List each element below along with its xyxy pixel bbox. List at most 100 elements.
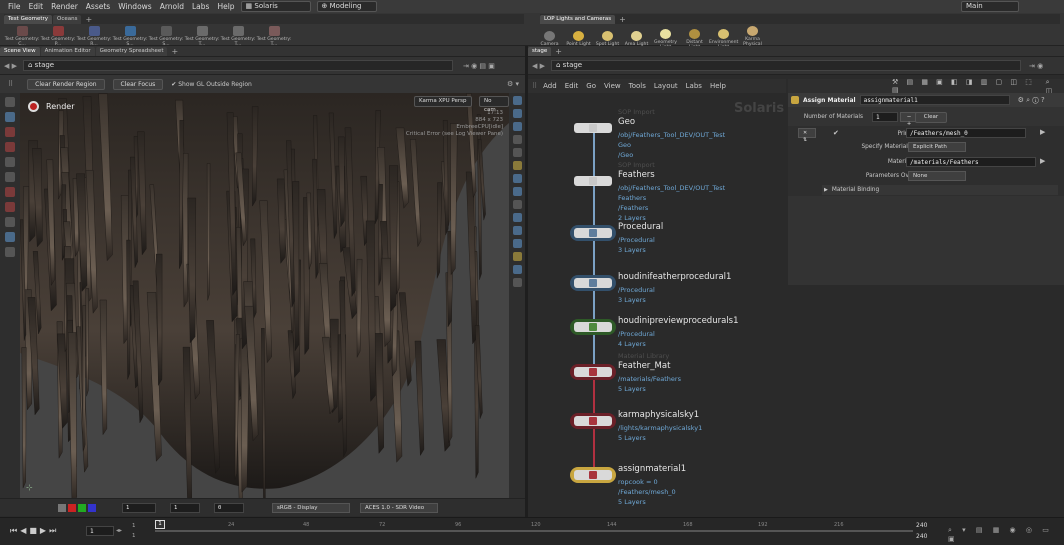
node-procedural[interactable] [570, 225, 616, 241]
display-option-icon-6[interactable] [512, 161, 522, 170]
node-name[interactable]: karmaphysicalsky1 [618, 410, 699, 420]
select-tool-icon[interactable] [5, 97, 15, 107]
frame-marker[interactable]: 1 [155, 520, 165, 529]
render-viewport[interactable]: Render Karma XPU Persp No cam 17:13 884 … [20, 93, 509, 498]
display-option-icon-7[interactable] [512, 174, 522, 183]
shelf-tool-2[interactable]: Test Geometry: R... [76, 25, 112, 47]
shelf-tab-lop-lights[interactable]: LOP Lights and Cameras [540, 14, 616, 24]
clear-render-region-button[interactable]: Clear Render Region [27, 78, 105, 90]
node-name[interactable]: houdinifeatherprocedural1 [618, 272, 731, 282]
clear-focus-button[interactable]: Clear Focus [112, 78, 164, 90]
lock-icon[interactable] [5, 112, 15, 122]
shelf-tab-test-geometry[interactable]: Test Geometry [4, 14, 53, 24]
net-menu-view[interactable]: View [604, 82, 621, 90]
node-name[interactable]: Procedural [618, 222, 663, 232]
scale-tool-icon[interactable] [5, 157, 15, 167]
net-menu-add[interactable]: Add [543, 82, 557, 90]
net-menu-edit[interactable]: Edit [565, 82, 579, 90]
tab-scene-view[interactable]: Scene View [0, 46, 40, 56]
display-option-icon-13[interactable] [512, 252, 522, 261]
display-option-icon-10[interactable] [512, 213, 522, 222]
magnet-tool-icon[interactable] [5, 202, 15, 212]
network-tool-icons[interactable]: ⚒ ▤ ▦ ▣ ◧ ◨ ▥ ▢ ◫ ⬚ ▤ [892, 78, 1046, 94]
gamma-field[interactable]: 1 [170, 502, 200, 513]
camera-dropdown[interactable]: No cam [479, 96, 509, 113]
menu-windows[interactable]: Windows [118, 2, 151, 11]
node-geo[interactable] [570, 120, 616, 136]
right-pin-icon[interactable]: ⇥ ◉ [1029, 62, 1043, 70]
light-tool-3[interactable]: Area Light [622, 30, 651, 47]
rotate-tool-icon[interactable] [5, 142, 15, 152]
offset-field[interactable]: 0 [214, 502, 244, 513]
snap-tool-icon[interactable] [5, 247, 15, 257]
display-dropdown[interactable]: sRGB - Display [272, 502, 350, 513]
timeline-track[interactable] [155, 530, 913, 532]
light-tool-2[interactable]: Spot Light [593, 30, 622, 47]
shelf-tool-5[interactable]: Test Geometry: T... [184, 25, 220, 47]
renderer-dropdown[interactable]: Karma XPU Persp [414, 96, 472, 107]
playback-controls[interactable]: ⏮◀■▶⏭ [10, 526, 59, 536]
desktop-dropdown[interactable]: ▦ Solaris [240, 1, 311, 12]
workspace-dropdown[interactable]: ⊕ Modeling [316, 1, 377, 12]
handle-tool-icon[interactable] [5, 172, 15, 182]
net-menu-tools[interactable]: Tools [629, 82, 646, 90]
add-shelf-right-icon[interactable]: + [619, 15, 626, 24]
viewer-settings-icon[interactable]: ⚙ ▾ [507, 80, 519, 88]
pin-icon[interactable]: ⇥ ◉ ▤ ▣ [463, 62, 495, 70]
view-tool-icon[interactable] [5, 232, 15, 242]
param-header-icons[interactable]: ⚙ ⌕ ⓘ ? [1018, 96, 1045, 105]
move-tool-icon[interactable] [5, 127, 15, 137]
shelf-tab-oceans[interactable]: Oceans [53, 14, 82, 24]
menu-arnold[interactable]: Arnold [160, 2, 184, 11]
exposure-field[interactable]: 1 [122, 502, 156, 513]
node-feather_mat[interactable] [570, 364, 616, 380]
material-binding-folder[interactable]: ▶ Material Binding [822, 185, 1058, 195]
primitives-select-arrow-icon[interactable]: ▶ [1040, 128, 1045, 136]
display-option-icon-12[interactable] [512, 239, 522, 248]
shelf-tool-3[interactable]: Test Geometry: S... [112, 25, 148, 47]
shelf-tool-7[interactable]: Test Geometry: T... [256, 25, 292, 47]
right-path-field[interactable]: ⌂ stage [551, 60, 1021, 71]
node-name[interactable]: Geo [618, 117, 635, 127]
clear-button[interactable]: Clear [915, 112, 947, 123]
node-name[interactable]: Feather_Mat [618, 361, 670, 371]
view-transform-dropdown[interactable]: ACES 1.0 - SDR Video [360, 502, 438, 513]
menu-help[interactable]: Help [217, 2, 234, 11]
timeline-tools-icons[interactable]: ⌕ ▾ ▤ ▦ ◉ ◎ ▭ ▣ [948, 526, 1064, 543]
net-menu-go[interactable]: Go [586, 82, 596, 90]
enable-checkbox[interactable]: ✔ [833, 129, 839, 137]
camera-tool-icon[interactable] [5, 217, 15, 227]
shelf-tool-6[interactable]: Test Geometry: T... [220, 25, 256, 47]
display-option-icon-5[interactable] [512, 148, 522, 157]
num-materials-field[interactable]: 1 [872, 112, 898, 122]
node-assignmaterial1[interactable] [570, 467, 616, 483]
pose-tool-icon[interactable] [5, 187, 15, 197]
add-pane-tab-icon[interactable]: + [171, 47, 178, 56]
display-option-icon-8[interactable] [512, 187, 522, 196]
node-feathers[interactable] [570, 173, 616, 189]
parameters-override-dropdown[interactable]: None [908, 171, 966, 181]
display-option-icon-3[interactable] [512, 122, 522, 131]
node-houdinipreviewprocedurals1[interactable] [570, 319, 616, 335]
show-gl-checkbox[interactable]: ✔ Show GL Outside Region [171, 81, 252, 88]
menu-file[interactable]: File [8, 2, 21, 11]
right-nav-arrows-icon[interactable]: ◀ ▶ [532, 62, 545, 70]
shelf-tool-1[interactable]: Test Geometry: P... [40, 25, 76, 47]
light-tool-1[interactable]: Point Light [564, 30, 593, 47]
display-option-icon-14[interactable] [512, 265, 522, 274]
main-desktop-dropdown[interactable]: Main [961, 1, 1019, 12]
material-path-field[interactable]: /materials/Feathers [906, 157, 1036, 167]
node-name[interactable]: assignmaterial1 [618, 464, 686, 474]
menu-render[interactable]: Render [51, 2, 78, 11]
tab-animation-editor[interactable]: Animation Editor [40, 46, 95, 56]
network-search-icon[interactable]: ⌕ ◫ [1046, 78, 1058, 95]
menu-labs[interactable]: Labs [192, 2, 209, 11]
light-tool-0[interactable]: Camera [535, 30, 564, 47]
display-option-icon-15[interactable] [512, 278, 522, 287]
specify-material-dropdown[interactable]: Explicit Path [908, 142, 966, 152]
display-option-icon-1[interactable] [512, 96, 522, 105]
step-arrows-icon[interactable]: ◂▸ [116, 527, 122, 534]
back-arrow-icon[interactable]: ◀ ▶ [4, 62, 17, 70]
node-houdinifeatherprocedural1[interactable] [570, 275, 616, 291]
primitives-field[interactable]: /Feathers/mesh_0 [906, 128, 1026, 138]
